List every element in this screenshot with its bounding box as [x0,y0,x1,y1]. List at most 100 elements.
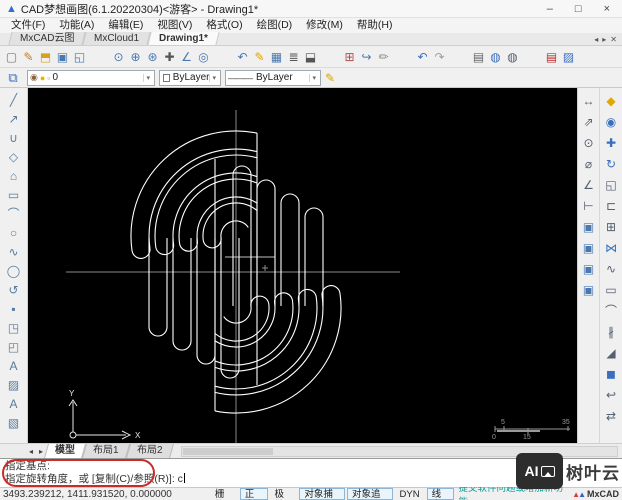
menu-format[interactable]: 格式(O) [199,18,249,33]
toggle-dyn[interactable]: DYN [395,488,425,500]
tab-mxcad-cloud[interactable]: MxCAD云图 [8,32,87,45]
dim-edit2-icon[interactable]: ▣ [579,237,599,258]
quick-edit-icon[interactable]: ✎ [20,47,37,66]
ucs-axes-icon[interactable]: ∠ [178,47,195,66]
tab-mxcloud1[interactable]: MxCloud1 [82,32,152,45]
menu-view[interactable]: 视图(V) [150,18,199,33]
color-select[interactable]: ByLayer ▾ [159,69,221,86]
layout-prev-icon[interactable]: ◂ [26,447,36,456]
text-icon[interactable]: A [3,356,25,375]
offset-icon[interactable]: ⊏ [601,195,621,216]
menu-edit[interactable]: 编辑(E) [101,18,150,33]
layer-select[interactable]: ◉ ● ▫ 0 ▾ [27,69,155,86]
toggle-grid[interactable]: 栅格 [210,488,238,500]
hatch-icon[interactable]: ▧ [3,413,25,432]
spline-edit-icon[interactable]: ∿ [601,258,621,279]
dim-continue-icon[interactable]: ⊢ [579,195,599,216]
save-as-icon[interactable]: ◱ [71,47,88,66]
color-grid-icon[interactable]: ⊞ [341,47,358,66]
dim-aligned-icon[interactable]: ⇗ [579,111,599,132]
redo-icon[interactable]: ↷ [431,47,448,66]
ellipse-icon[interactable]: ◯ [3,261,25,280]
polyline-icon[interactable]: ∪ [3,128,25,147]
drawing-canvas[interactable]: Y X 5 35 0 15 [28,88,577,443]
layout-tab-1[interactable]: 布局1 [82,444,130,458]
dim-angular-icon[interactable]: ∠ [579,174,599,195]
dim-edit4-icon[interactable]: ▣ [579,279,599,300]
line-icon[interactable]: ╱ [3,90,25,109]
menu-modify[interactable]: 修改(M) [299,18,350,33]
tab-scroll-right-icon[interactable]: ▸ [602,35,606,44]
rotate-icon[interactable]: ↻ [601,153,621,174]
zoom-previous-icon[interactable]: ↶ [234,47,251,66]
layers-stack-icon[interactable]: ⧉ [3,70,23,86]
maximize-button[interactable]: □ [575,1,582,17]
zoom-realtime-icon[interactable]: ⊙ [110,47,127,66]
dim-linear-icon[interactable]: ↔ [579,90,599,111]
circle-icon[interactable]: ○ [3,223,25,242]
mirror-icon[interactable]: ⋈ [601,237,621,258]
close-button[interactable]: × [604,1,610,17]
zoom-scale-icon[interactable]: ◎ [195,47,212,66]
arc-icon[interactable]: ⌒ [3,204,25,223]
print-icon[interactable]: ▤ [470,47,487,66]
toggle-lineweight[interactable]: 线宽 [426,488,455,500]
copy-icon[interactable]: ◉ [601,111,621,132]
undo-icon[interactable]: ↶ [414,47,431,66]
dim-radius-icon[interactable]: ⊙ [579,132,599,153]
rectangle-icon[interactable]: ▭ [3,185,25,204]
erase-icon[interactable]: ◆ [601,90,621,111]
minimize-button[interactable]: – [547,1,553,17]
block-insert-icon[interactable]: ◳ [3,318,25,337]
draw-pencil-icon[interactable]: ✎ [251,47,268,66]
image-icon[interactable]: ▨ [3,375,25,394]
toggle-polar[interactable]: 极轴 [270,488,298,500]
layout-tab-model[interactable]: 模型 [44,444,87,458]
toggle-ortho[interactable]: 正交 [239,488,268,500]
polygon2-icon[interactable]: ⌂ [3,166,25,185]
command-input[interactable]: c [178,473,183,485]
menu-file[interactable]: 文件(F) [4,18,52,33]
fillet-icon[interactable]: ⌒ [601,300,621,321]
open-folder-icon[interactable]: ⬒ [37,47,54,66]
web-globe-icon[interactable]: ◍ [504,47,521,66]
layout-tab-2[interactable]: 布局2 [125,444,174,458]
insert-image-icon[interactable]: ▨ [560,47,577,66]
zoom-extents-icon[interactable]: ⊛ [144,47,161,66]
draw-order-pencil-icon[interactable]: ✎ [325,71,335,85]
polygon-icon[interactable]: ◇ [3,147,25,166]
linetype-list-icon[interactable]: ≣ [285,47,302,66]
toggle-osnap[interactable]: 对象捕捉 [299,488,345,500]
linetype-select[interactable]: ——— ByLayer ▾ [225,69,321,86]
tab-close-icon[interactable]: ✕ [610,35,617,44]
menu-draw[interactable]: 绘图(D) [250,18,300,33]
menu-help[interactable]: 帮助(H) [350,18,400,33]
pdf-export-icon[interactable]: ▤ [543,47,560,66]
pan-icon[interactable]: ✚ [161,47,178,66]
save-icon[interactable]: ▣ [54,47,71,66]
dim-edit3-icon[interactable]: ▣ [579,258,599,279]
dim-edit1-icon[interactable]: ▣ [579,216,599,237]
break-icon[interactable]: ∦ [601,321,621,342]
array-icon[interactable]: ⊞ [601,216,621,237]
layer-properties-icon[interactable]: ▦ [268,47,285,66]
stretch-icon[interactable]: ▭ [601,279,621,300]
move-icon[interactable]: ✚ [601,132,621,153]
join-icon[interactable]: ⇄ [601,405,621,426]
dim-diameter-icon[interactable]: ⌀ [579,153,599,174]
tab-drawing1[interactable]: Drawing1* [147,32,221,45]
point-icon[interactable]: ▪ [3,299,25,318]
revcloud-icon[interactable]: ↺ [3,280,25,299]
pedit-icon[interactable]: ↩ [601,384,621,405]
block-edit-icon[interactable]: ✏ [375,47,392,66]
scale-icon[interactable]: ◱ [601,174,621,195]
web-publish-icon[interactable]: ◍ [487,47,504,66]
scrollbar-thumb[interactable] [183,447,274,455]
spline-icon[interactable]: ∿ [3,242,25,261]
paste-block-icon[interactable]: ↪ [358,47,375,66]
tab-scroll-left-icon[interactable]: ◂ [594,35,598,44]
mtext-icon[interactable]: A [3,394,25,413]
xline-icon[interactable]: ↗ [3,109,25,128]
new-file-icon[interactable]: ▢ [3,47,20,66]
text-style-icon[interactable]: ⬓ [302,47,319,66]
